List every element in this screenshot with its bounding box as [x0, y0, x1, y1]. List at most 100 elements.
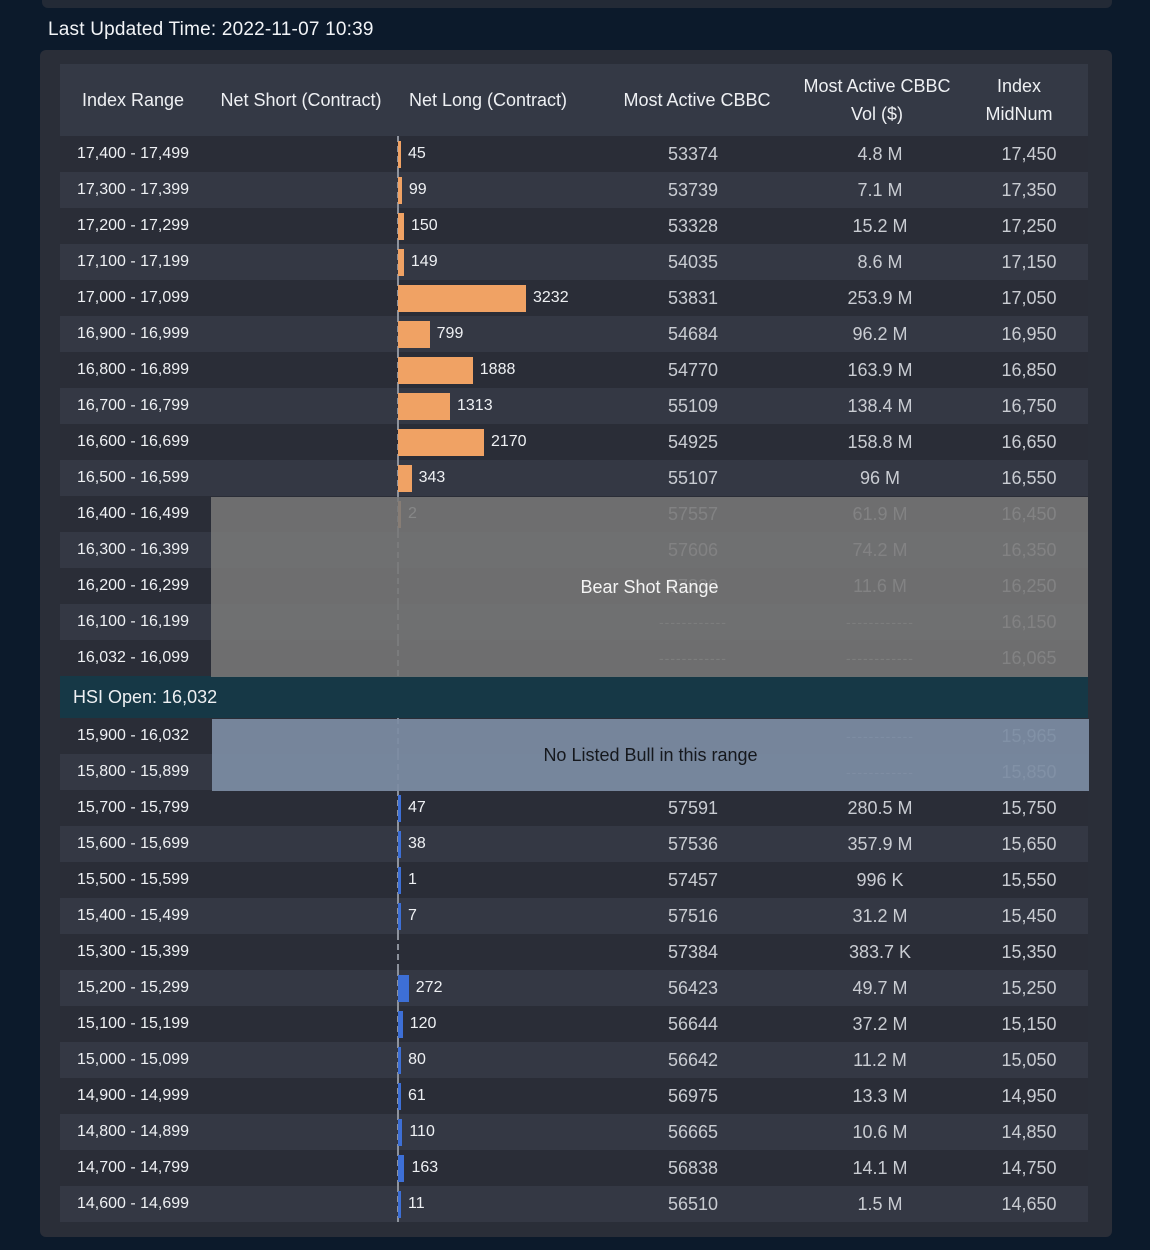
- index-midnum-cell: 14,750: [1001, 1157, 1057, 1178]
- most-active-cbbc-cell: 57536: [667, 833, 719, 854]
- net-long-value: 7: [408, 907, 417, 924]
- most-active-cbbc-cell: 56975: [667, 1085, 719, 1106]
- net-short-cell: [206, 208, 396, 244]
- net-long-value: 343: [418, 469, 446, 486]
- bull-net-long-bar: [398, 1191, 401, 1218]
- bear-net-long-bar: [398, 465, 412, 492]
- index-range-cell: 15,200 - 15,299: [76, 979, 190, 996]
- bull-net-long-bar: [398, 975, 409, 1002]
- index-range-cell: 14,900 - 14,999: [76, 1087, 190, 1104]
- header-active-vol-line1: Most Active CBBC: [803, 76, 951, 96]
- bull-net-long-bar: [398, 795, 401, 822]
- net-long-value: 2170: [490, 433, 527, 450]
- net-short-cell: [206, 136, 396, 172]
- net-long-value: 38: [408, 835, 426, 852]
- table-row: 16,900 - 16,999 799 54684 96.2 M 16,950: [60, 316, 1088, 352]
- active-vol-cell: 383.7 K: [848, 941, 912, 962]
- index-range-cell: 15,700 - 15,799: [76, 799, 190, 816]
- table-row: 17,100 - 17,199 149 54035 8.6 M 17,150: [60, 244, 1088, 280]
- index-range-cell: 17,200 - 17,299: [76, 217, 190, 234]
- table-row: 17,300 - 17,399 99 53739 7.1 M 17,350: [60, 172, 1088, 208]
- index-range-cell: 16,200 - 16,299: [76, 577, 190, 594]
- most-active-cbbc-cell: 56423: [667, 977, 719, 998]
- index-midnum-cell: 16,850: [1001, 359, 1057, 380]
- header-midnum-line1: Index: [996, 76, 1042, 96]
- net-long-value: 272: [415, 979, 443, 996]
- bull-net-long-bar: [398, 1083, 401, 1110]
- bear-net-long-bar: [398, 429, 484, 456]
- bull-net-long-bar: [398, 867, 401, 894]
- index-range-cell: 14,700 - 14,799: [76, 1159, 190, 1176]
- index-range-cell: 17,300 - 17,399: [76, 181, 190, 198]
- header-active-vol-line2: Vol ($): [850, 104, 904, 124]
- active-vol-cell: 8.6 M: [857, 251, 903, 272]
- index-range-cell: 16,300 - 16,399: [76, 541, 190, 558]
- net-short-cell: [206, 934, 396, 970]
- bull-net-long-bar: [398, 1119, 403, 1146]
- active-vol-cell: 37.2 M: [852, 1013, 908, 1034]
- table-row: 17,000 - 17,099 3232 53831 253.9 M 17,050: [60, 280, 1088, 316]
- bull-net-long-bar: [398, 1047, 402, 1074]
- index-range-cell: 15,600 - 15,699: [76, 835, 190, 852]
- table-row: 16,800 - 16,899 1888 54770 163.9 M 16,850: [60, 352, 1088, 388]
- index-midnum-cell: 15,050: [1001, 1049, 1057, 1070]
- most-active-cbbc-cell: 56665: [667, 1121, 719, 1142]
- net-short-cell: [206, 1150, 396, 1186]
- index-midnum-cell: 14,850: [1001, 1121, 1057, 1142]
- active-vol-cell: 280.5 M: [847, 797, 913, 818]
- index-midnum-cell: 14,950: [1001, 1085, 1057, 1106]
- index-range-cell: 16,900 - 16,999: [76, 325, 190, 342]
- table-row: 17,200 - 17,299 150 53328 15.2 M 17,250: [60, 208, 1088, 244]
- table-row: 15,500 - 15,599 1 57457 996 K 15,550: [60, 862, 1088, 898]
- table-row: 15,000 - 15,099 80 56642 11.2 M 15,050: [60, 1042, 1088, 1078]
- index-midnum-cell: 15,350: [1001, 941, 1057, 962]
- net-short-cell: [206, 970, 396, 1006]
- net-short-cell: [206, 1114, 396, 1150]
- net-short-cell: [206, 790, 396, 826]
- net-long-value: 120: [409, 1015, 437, 1032]
- net-short-cell: [206, 352, 396, 388]
- index-midnum-cell: 17,050: [1001, 287, 1057, 308]
- header-most-active: Most Active CBBC: [623, 90, 771, 110]
- bull-net-long-bar: [398, 831, 401, 858]
- table-row: 15,700 - 15,799 47 57591 280.5 M 15,750: [60, 790, 1088, 826]
- index-range-cell: 16,800 - 16,899: [76, 361, 190, 378]
- header-net-short: Net Short (Contract): [220, 90, 382, 110]
- net-long-value: 45: [408, 145, 426, 162]
- hsi-open-band: HSI Open: 16,032: [60, 676, 1088, 718]
- most-active-cbbc-cell: 54770: [667, 359, 719, 380]
- index-midnum-cell: 15,450: [1001, 905, 1057, 926]
- table-row: 15,300 - 15,399 57384 383.7 K 15,350: [60, 934, 1088, 970]
- no-listed-bull-overlay: No Listed Bull in this range: [212, 719, 1089, 791]
- most-active-cbbc-cell: 57516: [667, 905, 719, 926]
- net-long-value: 110: [409, 1123, 435, 1140]
- index-range-cell: 15,000 - 15,099: [76, 1051, 190, 1068]
- net-short-cell: [206, 424, 396, 460]
- most-active-cbbc-cell: 54035: [667, 251, 719, 272]
- index-range-cell: 14,800 - 14,899: [76, 1123, 190, 1140]
- index-range-cell: 16,400 - 16,499: [76, 505, 190, 522]
- table-row: 16,500 - 16,599 343 55107 96 M 16,550: [60, 460, 1088, 496]
- most-active-cbbc-cell: 54684: [667, 323, 719, 344]
- index-midnum-cell: 15,150: [1001, 1013, 1057, 1034]
- net-long-value: 61: [408, 1087, 426, 1104]
- net-long-value: 149: [410, 253, 438, 270]
- most-active-cbbc-cell: 57591: [667, 797, 719, 818]
- active-vol-cell: 13.3 M: [852, 1085, 908, 1106]
- index-midnum-cell: 17,150: [1001, 251, 1057, 272]
- net-long-value: 1888: [479, 361, 516, 378]
- index-range-cell: 16,032 - 16,099: [76, 649, 190, 666]
- bear-net-long-bar: [398, 177, 402, 204]
- table-row: 14,800 - 14,899 110 56665 10.6 M 14,850: [60, 1114, 1088, 1150]
- table-row: 15,100 - 15,199 120 56644 37.2 M 15,150: [60, 1006, 1088, 1042]
- net-short-cell: [206, 1042, 396, 1078]
- net-short-cell: [206, 172, 396, 208]
- table-row: 15,400 - 15,499 7 57516 31.2 M 15,450: [60, 898, 1088, 934]
- table-header: Index Range Net Short (Contract) Net Lon…: [60, 64, 1088, 136]
- cbbc-distribution-table: Index Range Net Short (Contract) Net Lon…: [60, 64, 1089, 1222]
- index-range-cell: 16,700 - 16,799: [76, 397, 190, 414]
- active-vol-cell: 96.2 M: [852, 323, 908, 344]
- index-range-cell: 15,500 - 15,599: [76, 871, 190, 888]
- active-vol-cell: 138.4 M: [847, 395, 913, 416]
- bear-net-long-bar: [398, 321, 430, 348]
